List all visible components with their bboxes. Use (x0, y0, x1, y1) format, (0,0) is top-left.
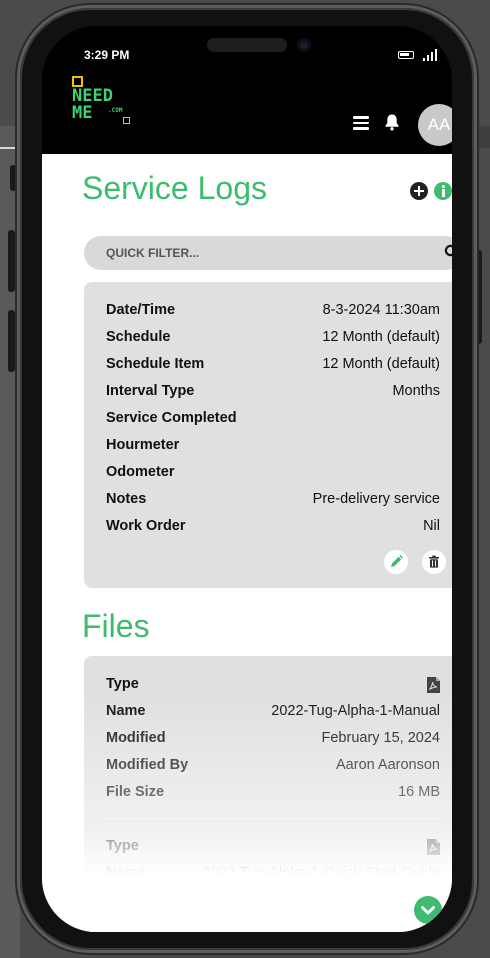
front-camera (297, 38, 311, 52)
file-row-name: Name 2022-Tug-Alpha-1-Manual (106, 703, 440, 725)
field-label: Odometer (106, 464, 175, 480)
file-name[interactable]: 2022-Tug-Alpha-1-Manual (271, 703, 440, 719)
field-row-schedule: Schedule 12 Month (default) (106, 329, 440, 351)
avatar[interactable]: AA (418, 104, 452, 146)
logo-small-square-icon (123, 117, 130, 124)
speaker-notch (207, 38, 287, 52)
quick-filter-input[interactable]: QUICK FILTER... (84, 236, 452, 270)
quick-filter-placeholder: QUICK FILTER... (106, 246, 200, 260)
field-label: File Size (106, 784, 165, 800)
signal-icon (423, 49, 437, 61)
field-value: 12 Month (default) (322, 329, 440, 345)
field-label: Notes (106, 491, 147, 507)
add-log-icon[interactable] (410, 182, 428, 200)
field-label: Modified (106, 730, 166, 746)
scroll-down-button[interactable] (414, 896, 442, 924)
field-label: Name (106, 703, 146, 719)
page-title: Service Logs (82, 170, 267, 206)
field-label: Work Order (106, 518, 186, 534)
field-value: Aaron Aaronson (336, 757, 440, 773)
field-label: Type (106, 676, 139, 692)
field-label: Schedule (106, 329, 171, 345)
field-label: Modified By (106, 757, 189, 773)
field-row-schedule-item: Schedule Item 12 Month (default) (106, 356, 440, 378)
field-value: Nil (423, 518, 440, 534)
field-label: Schedule Item (106, 356, 205, 372)
chevron-down-icon (421, 906, 435, 915)
bell-icon[interactable] (384, 113, 400, 131)
field-row-date-time: Date/Time 8-3-2024 11:30am (106, 302, 440, 324)
volume-up-button (8, 230, 15, 292)
service-log-card: Date/Time 8-3-2024 11:30am Schedule 12 M… (84, 282, 452, 588)
field-label: Name (106, 865, 146, 881)
file-row-type: Type (106, 838, 440, 860)
info-icon[interactable] (434, 182, 452, 200)
edit-log-button[interactable] (384, 550, 408, 574)
status-time: 3:29 PM (84, 48, 130, 62)
power-button (475, 250, 482, 344)
field-value: 8-3-2024 11:30am (322, 302, 440, 318)
field-row-odometer: Odometer (106, 464, 440, 486)
files-card: Type Name 2022-Tug-Alpha-1-Manual Modifi… (84, 656, 452, 932)
field-row-service-completed: Service Completed (106, 410, 440, 432)
trash-icon (429, 555, 439, 568)
pencil-icon (391, 555, 403, 567)
field-value: 16 MB (398, 784, 440, 800)
file-row-modified-by: Modified By Aaron Aaronson (106, 757, 440, 779)
field-label: Service Completed (106, 410, 237, 426)
field-label: Interval Type (106, 383, 195, 399)
field-row-interval-type: Interval Type Months (106, 383, 440, 405)
file-row-type: Type (106, 676, 440, 698)
file-divider (106, 818, 440, 819)
field-row-hourmeter: Hourmeter (106, 437, 440, 459)
field-value: Months (392, 383, 440, 399)
delete-log-button[interactable] (422, 550, 446, 574)
field-row-work-order: Work Order Nil (106, 518, 440, 540)
status-bar: 3:29 PM (42, 26, 452, 78)
pdf-file-icon[interactable] (427, 677, 440, 693)
file-name[interactable]: 2022-Tug-Alpha-1-Quick-Start-Guide (203, 865, 440, 881)
hamburger-menu-icon[interactable] (353, 116, 369, 130)
pdf-file-icon[interactable] (427, 839, 440, 855)
field-label: Hourmeter (106, 437, 180, 453)
main-content: Service Logs QUICK FILTER... Date/Time 8… (42, 154, 452, 932)
field-value: 12 Month (default) (322, 356, 440, 372)
file-row-name: Name 2022-Tug-Alpha-1-Quick-Start-Guide (106, 865, 440, 887)
logo-suffix: .COM (108, 107, 123, 114)
field-value: February 15, 2024 (321, 730, 441, 746)
field-value: Pre-delivery service (312, 491, 440, 507)
phone-screen: 3:29 PM NEED ME .COM AA Service Logs QUI… (42, 26, 452, 932)
section-title-files: Files (82, 608, 150, 644)
phone-frame: 3:29 PM NEED ME .COM AA Service Logs QUI… (20, 8, 474, 950)
logo-word-me: ME (72, 103, 93, 123)
file-row-modified: Modified February 15, 2024 (106, 730, 440, 752)
field-label: Date/Time (106, 302, 176, 318)
field-label: Type (106, 838, 139, 854)
background-divider (0, 147, 20, 149)
file-row-size: File Size 16 MB (106, 784, 440, 806)
battery-icon (398, 51, 414, 59)
search-icon[interactable] (444, 244, 452, 260)
volume-down-button (8, 310, 15, 372)
mute-switch (10, 165, 16, 191)
field-row-notes: Notes Pre-delivery service (106, 491, 440, 513)
